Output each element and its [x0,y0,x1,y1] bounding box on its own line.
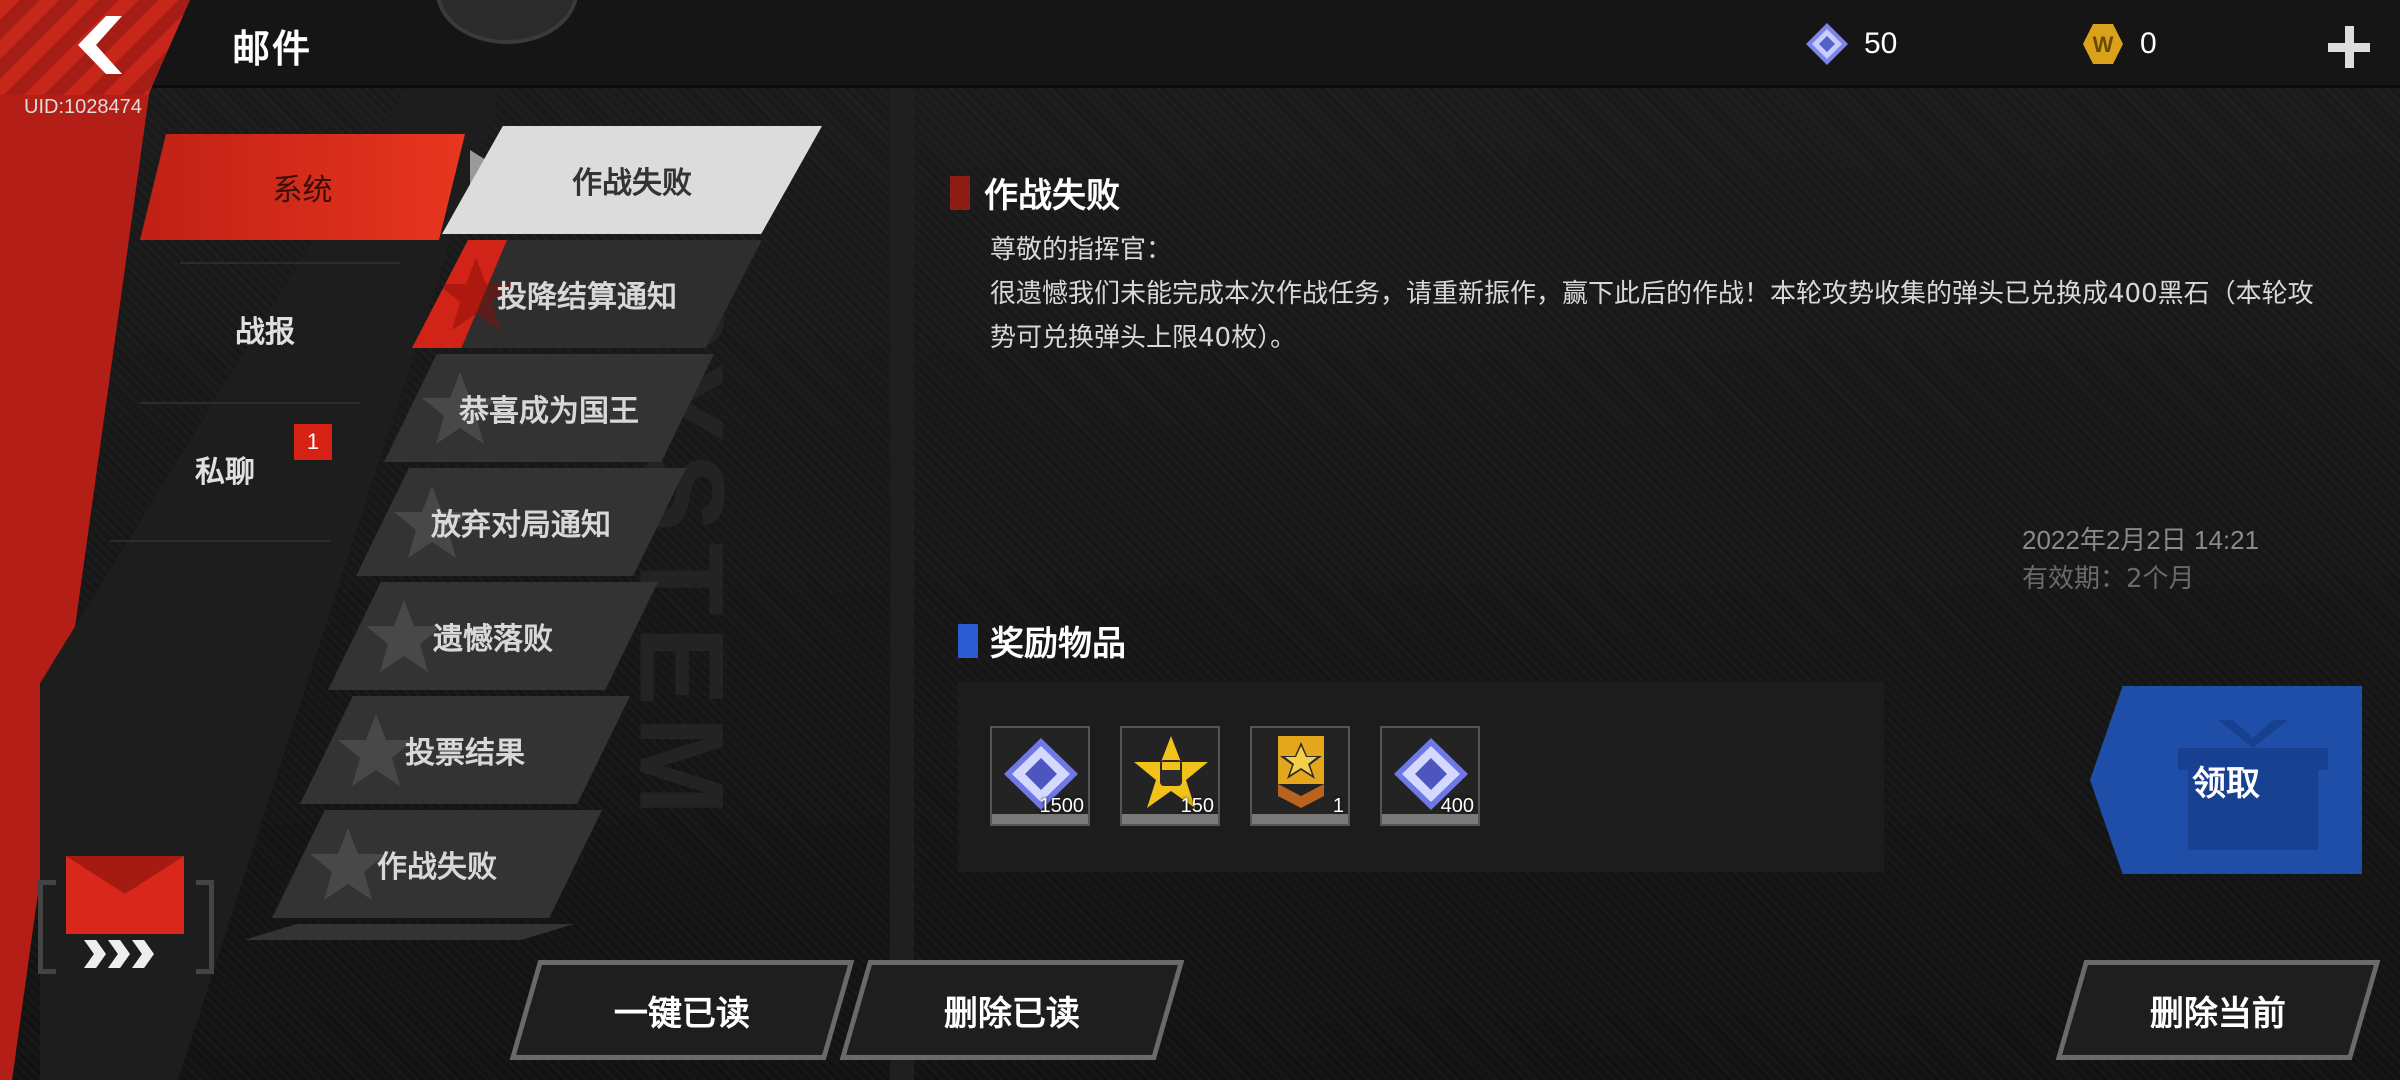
mail-item[interactable]: 放弃对局通知 [356,468,686,576]
category-divider [110,540,330,542]
mail-item[interactable]: 遗憾落败 [328,582,658,690]
mail-item[interactable]: 投票结果 [300,696,630,804]
chevrons-icon [84,940,154,968]
add-currency-button[interactable] [2326,24,2372,70]
page-title: 邮件 [232,27,313,71]
unread-badge: 1 [294,424,332,460]
message-date: 2022年2月2日 14:21 [2022,525,2260,555]
reward-item[interactable]: 1 [1250,726,1350,826]
envelope-icon [66,856,184,934]
message-content: 很遗憾我们未能完成本次作战任务，请重新振作，赢下此后的作战！本轮攻势收集的弹头已… [990,279,2314,353]
rewards-marker [958,624,978,658]
read-all-button[interactable]: 一键已读 [509,960,855,1060]
reward-item[interactable]: 1500 [990,726,1090,826]
content-divider [890,88,914,1080]
user-id: UID:1028474 [24,96,142,118]
category-divider [180,262,400,264]
delete-read-button[interactable]: 删除已读 [839,960,1185,1060]
reward-item[interactable]: 400 [1380,726,1480,826]
mail-item[interactable]: 作战失败 [272,810,602,918]
star-icon [310,828,386,900]
mail-item-partial [244,924,574,940]
title-marker [950,176,970,210]
claim-button[interactable]: 领取 [2090,686,2362,874]
rewards-title: 奖励物品 [990,624,1126,664]
mail-item[interactable]: 投降结算通知 [412,240,762,348]
star-medal-icon [1278,736,1324,808]
crystal-currency: 50 [1804,22,1897,66]
star-icon [366,600,442,672]
category-system[interactable]: 系统 [140,134,465,240]
message-greeting: 尊敬的指挥官： [990,235,1173,265]
message-validity: 有效期：2个月 [2022,564,2195,594]
message-title: 作战失败 [984,176,1120,216]
svg-text:W: W [2093,32,2114,57]
mail-item[interactable]: 作战失败 [442,126,822,234]
gold-currency: W 0 [2080,22,2157,66]
message-body: 尊敬的指挥官： 很遗憾我们未能完成本次作战任务，请重新振作，赢下此后的作战！本轮… [990,228,2330,360]
category-battle-report[interactable]: 战报 [150,276,380,382]
back-arrow-icon [78,16,122,74]
crystal-icon [1806,23,1848,65]
star-icon [338,714,414,786]
mail-item[interactable]: 恭喜成为国王 [384,354,714,462]
gold-w-coin-icon: W [2083,24,2123,64]
delete-current-button[interactable]: 删除当前 [2055,960,2381,1060]
top-bar [0,0,2400,88]
category-divider [140,402,360,404]
reward-item[interactable]: 150 [1120,726,1220,826]
mailbox-icon [38,856,214,978]
